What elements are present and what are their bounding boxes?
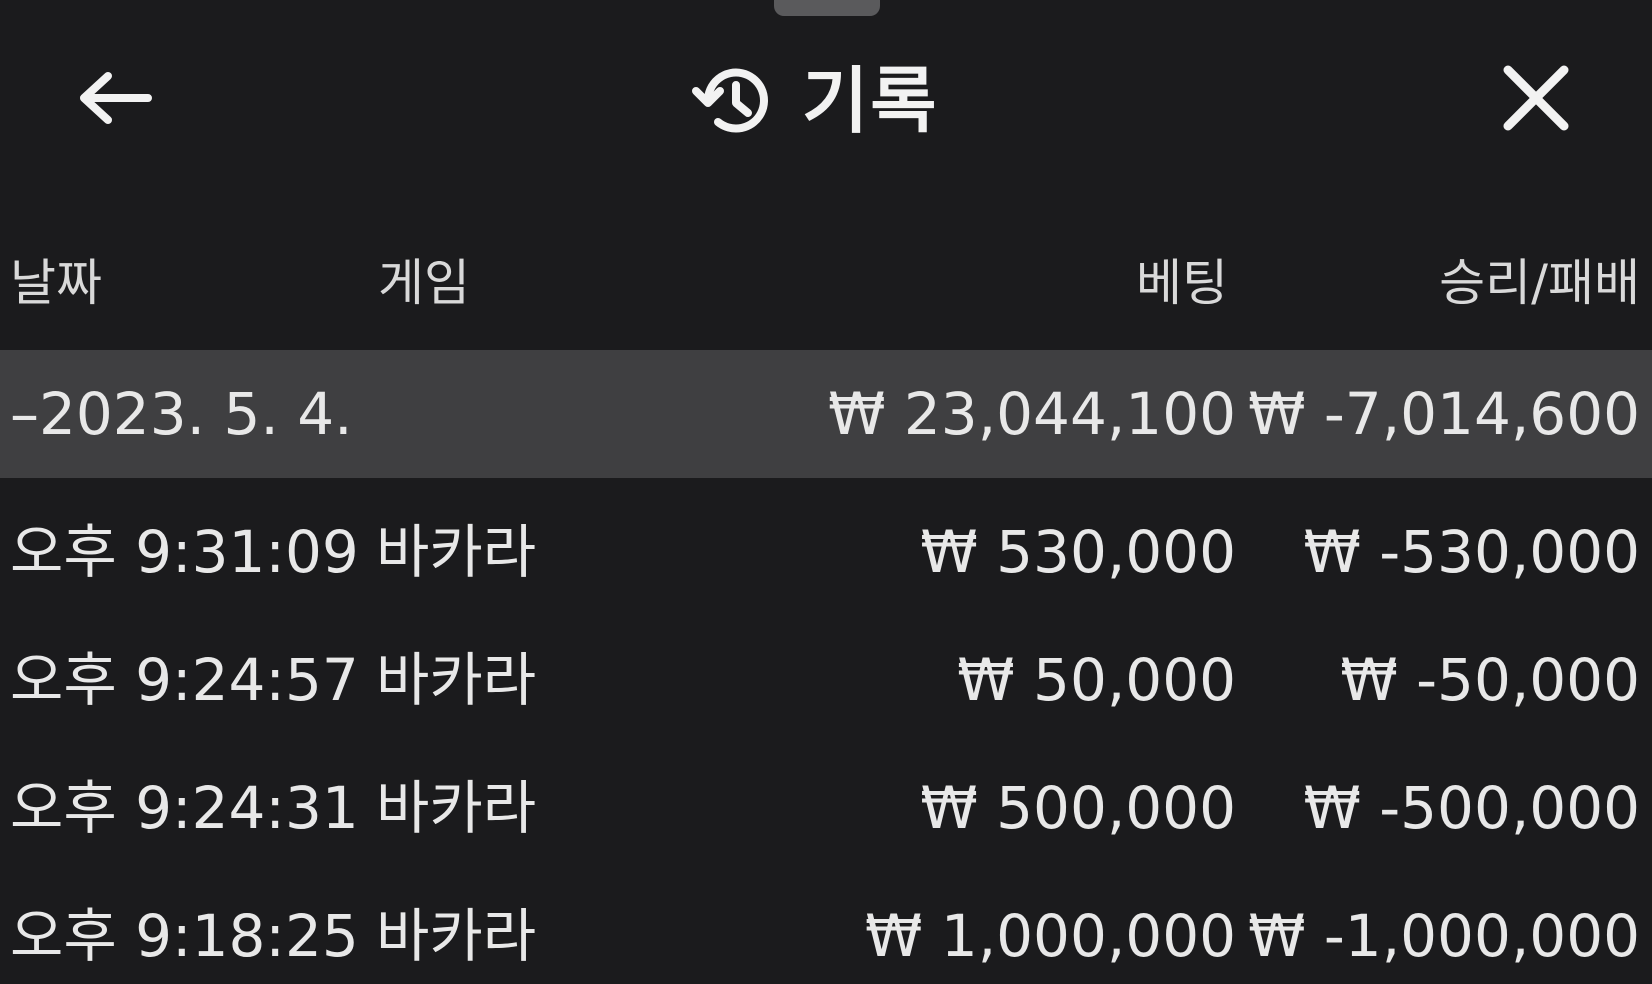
table-row[interactable]: 오후 9:18:25 바카라 ₩ 1,000,000 ₩ -1,000,000	[0, 872, 1652, 984]
column-header-result: 승리/패배	[1439, 254, 1640, 312]
row-bet: ₩ 500,000	[920, 774, 1236, 842]
row-result: ₩ -50,000	[1340, 646, 1640, 714]
close-button[interactable]	[1488, 62, 1584, 138]
table-row[interactable]: 오후 9:24:57 바카라 ₩ 50,000 ₩ -50,000	[0, 616, 1652, 744]
column-header-date: 날짜	[10, 254, 102, 312]
row-time: 오후 9:24:57	[10, 646, 359, 714]
column-header-game: 게임	[378, 254, 470, 312]
header: 기록	[0, 40, 1652, 160]
table-row[interactable]: 오후 9:31:09 바카라 ₩ 530,000 ₩ -530,000	[0, 488, 1652, 616]
history-icon	[690, 59, 774, 143]
arrow-left-icon	[80, 72, 152, 128]
row-bet: ₩ 530,000	[920, 518, 1236, 586]
history-screen: 기록 날짜 게임 베팅 승리/패배 –2023. 5. 4. ₩ 23,044,…	[0, 0, 1652, 984]
date-summary-row[interactable]: –2023. 5. 4. ₩ 23,044,100 ₩ -7,014,600	[0, 350, 1652, 478]
row-time: 오후 9:24:31	[10, 774, 359, 842]
row-result: ₩ -530,000	[1303, 518, 1640, 586]
back-button[interactable]	[68, 62, 164, 138]
page-title-group: 기록	[690, 58, 938, 144]
row-time: 오후 9:18:25	[10, 902, 359, 970]
table-row[interactable]: 오후 9:24:31 바카라 ₩ 500,000 ₩ -500,000	[0, 744, 1652, 872]
summary-bet: ₩ 23,044,100	[828, 380, 1236, 448]
close-icon	[1502, 64, 1570, 136]
page-title: 기록	[802, 59, 939, 143]
summary-date: –2023. 5. 4.	[10, 380, 353, 448]
column-header-bet: 베팅	[1136, 254, 1228, 312]
row-game: 바카라	[376, 646, 537, 714]
drag-handle[interactable]	[774, 0, 880, 16]
row-bet: ₩ 50,000	[957, 646, 1236, 714]
row-result: ₩ -500,000	[1303, 774, 1640, 842]
row-bet: ₩ 1,000,000	[865, 902, 1236, 970]
row-time: 오후 9:31:09	[10, 518, 359, 586]
row-result: ₩ -1,000,000	[1248, 902, 1640, 970]
row-game: 바카라	[376, 902, 537, 970]
row-game: 바카라	[376, 518, 537, 586]
summary-result: ₩ -7,014,600	[1248, 380, 1640, 448]
row-game: 바카라	[376, 774, 537, 842]
